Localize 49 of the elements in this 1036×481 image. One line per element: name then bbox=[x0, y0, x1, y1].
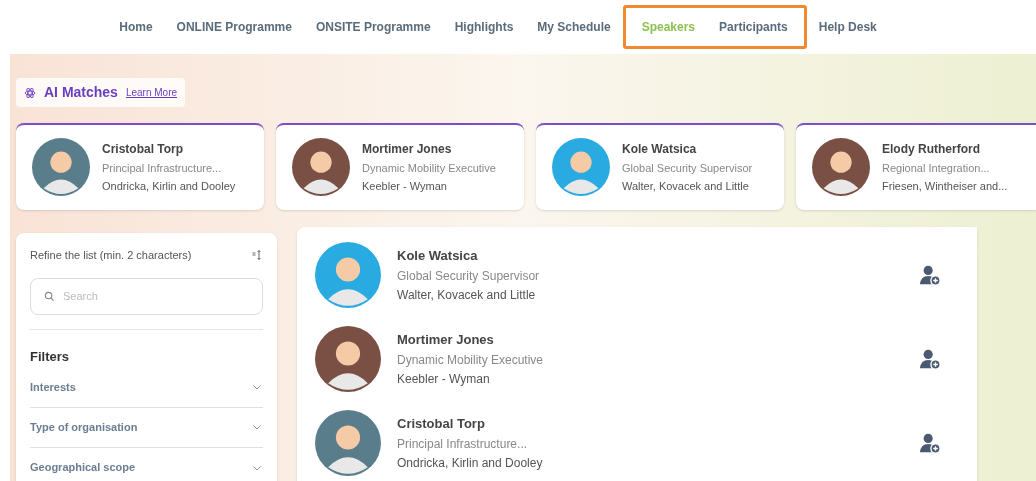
nav-link[interactable]: My Schedule bbox=[525, 18, 623, 36]
section-title: AI Matches bbox=[44, 83, 118, 102]
atom-icon bbox=[24, 86, 36, 99]
speaker-row[interactable]: Kole Watsica Global Security Supervisor Walter, Kovacek and Little bbox=[315, 233, 959, 317]
person-company: Friesen, Wintheiser and... bbox=[882, 179, 1008, 194]
person-name: Mortimer Jones bbox=[362, 140, 453, 158]
person-role: Global Security Supervisor bbox=[397, 267, 541, 285]
speaker-row[interactable]: Cristobal Torp Principal Infrastructure... Ondricka, Kirlin and Dooley bbox=[315, 401, 959, 481]
person-role: Regional Integration... bbox=[882, 160, 991, 176]
person-company: Ondricka, Kirlin and Dooley bbox=[102, 179, 236, 194]
match-card[interactable]: Cristobal Torp Principal Infrastructure... Ondricka, Kirlin and Dooley bbox=[16, 122, 264, 210]
nav-link[interactable]: Participants bbox=[707, 18, 800, 36]
person-name: Mortimer Jones bbox=[397, 331, 495, 350]
person-role: Dynamic Mobility Executive bbox=[397, 351, 545, 369]
filter-dropdown[interactable]: Type of organisation bbox=[30, 407, 263, 448]
refine-label: Refine the list (min. 2 characters) bbox=[30, 248, 192, 263]
person-company: Walter, Kovacek and Little bbox=[622, 179, 750, 194]
person-company: Keebler - Wyman bbox=[397, 370, 491, 388]
person-name: Kole Watsica bbox=[622, 140, 698, 158]
person-name: Kole Watsica bbox=[397, 247, 479, 266]
match-card[interactable]: Mortimer Jones Dynamic Mobility Executive Keebler - Wyman bbox=[276, 122, 524, 210]
person-role: Principal Infrastructure... bbox=[102, 160, 223, 176]
learn-more-link[interactable]: Learn More bbox=[125, 85, 178, 100]
search-icon bbox=[44, 290, 55, 302]
person-role: Dynamic Mobility Executive bbox=[362, 160, 496, 176]
person-company: Walter, Kovacek and Little bbox=[397, 286, 537, 304]
nav-link[interactable]: Home bbox=[107, 18, 165, 36]
nav-link[interactable]: ONSITE Programme bbox=[303, 18, 443, 36]
add-user-icon bbox=[919, 432, 941, 454]
nav-link[interactable]: Highlights bbox=[442, 18, 526, 36]
add-user-icon bbox=[919, 264, 941, 286]
search-field[interactable]: Search bbox=[30, 277, 263, 315]
add-user-icon bbox=[919, 348, 941, 370]
speaker-row[interactable]: Mortimer Jones Dynamic Mobility Executive Keebler - Wyman bbox=[315, 317, 959, 401]
person-name: Elody Rutherford bbox=[882, 140, 981, 158]
person-name: Cristobal Torp bbox=[102, 140, 185, 158]
person-role: Principal Infrastructure... bbox=[397, 435, 529, 453]
person-company: Keebler - Wyman bbox=[362, 179, 448, 194]
person-name: Cristobal Torp bbox=[397, 415, 486, 434]
nav-link[interactable]: ONLINE Programme bbox=[164, 18, 304, 36]
filters-title: Filters bbox=[30, 348, 69, 364]
filter-dropdown[interactable]: Interests bbox=[30, 367, 263, 408]
person-company: Ondricka, Kirlin and Dooley bbox=[397, 454, 544, 472]
nav-link[interactable]: Help Desk bbox=[806, 18, 889, 36]
filter-dropdown[interactable]: Geographical scope bbox=[30, 447, 263, 481]
match-card[interactable]: Elody Rutherford Regional Integration... Friesen, Wintheiser and... bbox=[796, 122, 1036, 210]
person-role: Global Security Supervisor bbox=[622, 160, 753, 176]
match-card[interactable]: Kole Watsica Global Security Supervisor Walter, Kovacek and Little bbox=[536, 122, 784, 210]
sort-icon bbox=[251, 249, 263, 262]
